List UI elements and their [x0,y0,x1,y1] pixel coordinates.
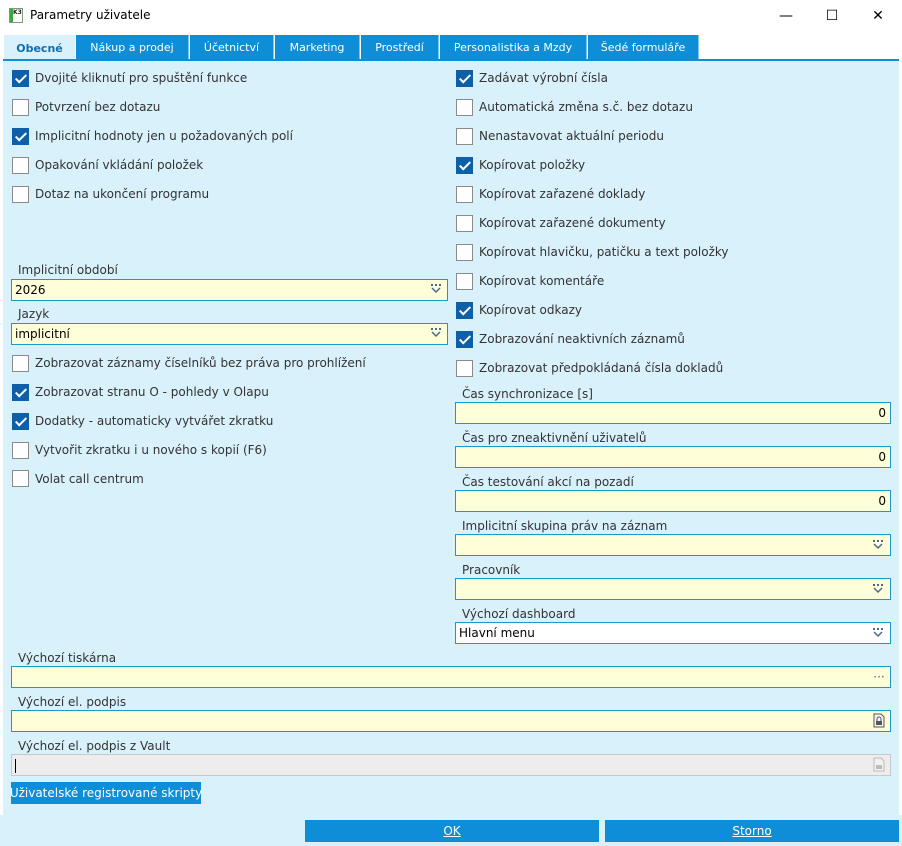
checkbox-label: Nenastavovat aktuální periodu [479,129,664,143]
rights-group-label: Implicitní skupina práv na záznam [462,519,668,533]
tab-nakup-a-prodej[interactable]: Nákup a prodej [76,35,189,59]
close-icon: ✕ [872,8,884,24]
dropdown-chevron-icon [873,540,883,550]
checkbox-show-inactive[interactable] [456,331,473,348]
checkbox-shortcut-copy[interactable] [12,442,29,459]
checkbox-copy-links[interactable] [456,302,473,319]
checkbox-copy-docs[interactable] [456,186,473,203]
printer-input[interactable] [11,666,891,688]
checkbox-copy-header-footer[interactable] [456,244,473,261]
title-bar: K3 Parametry uživatele — ☐ ✕ [0,0,902,32]
browse-ellipsis-button[interactable]: ··· [870,668,888,686]
bg-test-time-input[interactable]: 0 [455,490,891,512]
checkbox-repeat-insert[interactable] [12,157,29,174]
checkbox-label: Kopírovat hlavičku, patičku a text polož… [479,245,729,259]
checkbox-no-current-period[interactable] [456,128,473,145]
language-select[interactable]: implicitní [11,323,448,345]
checkbox-show-codebook[interactable] [12,355,29,372]
minimize-button[interactable]: — [763,0,809,32]
cancel-button[interactable]: Storno [605,820,899,842]
document-lock-icon [873,757,885,772]
worker-label: Pracovník [462,563,521,577]
rights-group-select[interactable] [455,534,891,556]
worker-select[interactable] [455,578,891,600]
checkbox-copy-items[interactable] [456,157,473,174]
checkbox-label: Zobrazovat předpokládaná čísla dokladů [479,361,724,375]
checkbox-label: Zobrazovat stranu O - pohledy v Olapu [35,385,269,399]
checkbox-label: Zobrazovat záznamy číselníků bez práva p… [35,356,366,370]
checkbox-label: Implicitní hodnoty jen u požadovaných po… [35,129,293,143]
checkbox-copy-comments[interactable] [456,273,473,290]
window-title: Parametry uživatele [30,8,151,22]
checkbox-label: Vytvořit zkratku i u nového s kopií (F6) [35,443,267,457]
deactivate-time-label: Čas pro zneaktivnění uživatelů [462,431,647,445]
tab-personalistika[interactable]: Personalistika a Mzdy [440,35,587,59]
close-button[interactable]: ✕ [855,0,901,32]
checkbox-auto-serial-change[interactable] [456,99,473,116]
registered-scripts-button[interactable]: Uživatelské registrované skripty [10,782,202,804]
bg-test-time-label: Čas testování akcí na pozadí [462,475,634,489]
checkbox-expected-doc-numbers[interactable] [456,360,473,377]
checkbox-label: Volat call centrum [35,472,144,486]
checkbox-confirm-no-prompt[interactable] [12,99,29,116]
checkbox-label: Automatická změna s.č. bez dotazu [479,100,693,114]
checkbox-label: Zadávat výrobní čísla [479,71,608,85]
dashboard-select[interactable]: Hlavní menu [455,622,891,644]
checkbox-label: Dotaz na ukončení programu [35,187,210,201]
vault-signature-label: Výchozí el. podpis z Vault [18,739,171,753]
checkbox-label: Kopírovat zařazené doklady [479,187,646,201]
deactivate-time-input[interactable]: 0 [455,446,891,468]
maximize-icon: ☐ [825,8,839,24]
checkbox-label: Kopírovat odkazy [479,303,583,317]
checkbox-call-centre[interactable] [12,470,29,487]
checkbox-label: Zobrazování neaktivních záznamů [479,332,685,346]
tab-prostredi[interactable]: Prostředí [361,35,439,59]
checkbox-show-olap[interactable] [12,384,29,401]
signature-label: Výchozí el. podpis [18,695,127,709]
tab-strip: Obecné Nákup a prodej Účetnictví Marketi… [3,35,899,61]
document-lock-icon[interactable] [873,713,885,728]
tab-obecne[interactable]: Obecné [4,35,75,61]
dropdown-chevron-icon [431,328,441,338]
checkbox-label: Opakování vkládání položek [35,158,204,172]
sync-time-input[interactable]: 0 [455,402,891,424]
checkbox-serial-numbers[interactable] [456,70,473,87]
checkbox-auto-shortcut[interactable] [12,413,29,430]
checkbox-label: Potvrzení bez dotazu [35,100,161,114]
dropdown-chevron-icon [873,584,883,594]
checkbox-label: Kopírovat položky [479,158,586,172]
dropdown-chevron-icon [873,628,883,638]
app-logo-icon: K3 [9,8,23,23]
ok-button[interactable]: OK [305,820,599,842]
checkbox-label: Dodatky - automaticky vytvářet zkratku [35,414,274,428]
checkbox-copy-documents[interactable] [456,215,473,232]
vault-signature-input [11,754,891,776]
checkbox-implicit-values[interactable] [12,128,29,145]
dashboard-label: Výchozí dashboard [462,607,576,621]
tab-marketing[interactable]: Marketing [275,35,360,59]
maximize-button[interactable]: ☐ [809,0,855,32]
signature-input[interactable] [11,710,891,732]
checkbox-label: Kopírovat zařazené dokumenty [479,216,666,230]
printer-label: Výchozí tiskárna [18,651,117,665]
dropdown-chevron-icon [431,284,441,294]
period-label: Implicitní období [18,263,118,277]
checkbox-label: Dvojité kliknutí pro spuštění funkce [35,71,248,85]
language-label: Jazyk [18,307,50,321]
tab-ucetnictvi[interactable]: Účetnictví [190,35,274,59]
minimize-icon: — [779,8,793,24]
checkbox-double-click[interactable] [12,70,29,87]
period-select[interactable]: 2026 [11,279,448,301]
sync-time-label: Čas synchronizace [s] [462,387,593,401]
tab-sede-formulare[interactable]: Šedé formuláře [588,35,699,59]
checkbox-exit-prompt[interactable] [12,186,29,203]
checkbox-label: Kopírovat komentáře [479,274,605,288]
